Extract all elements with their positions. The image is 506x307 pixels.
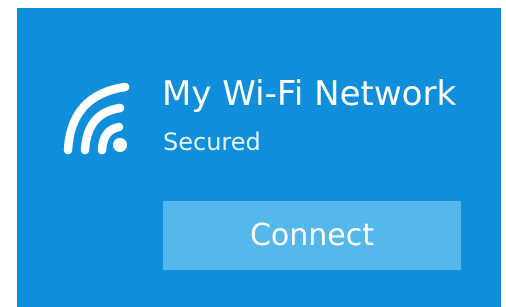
- wifi-network-card: My Wi-Fi Network Secured Connect: [17, 8, 501, 307]
- network-status: Secured: [163, 128, 261, 156]
- wifi-icon: [59, 75, 131, 157]
- network-name: My Wi-Fi Network: [162, 74, 457, 114]
- connect-button[interactable]: Connect: [163, 201, 461, 270]
